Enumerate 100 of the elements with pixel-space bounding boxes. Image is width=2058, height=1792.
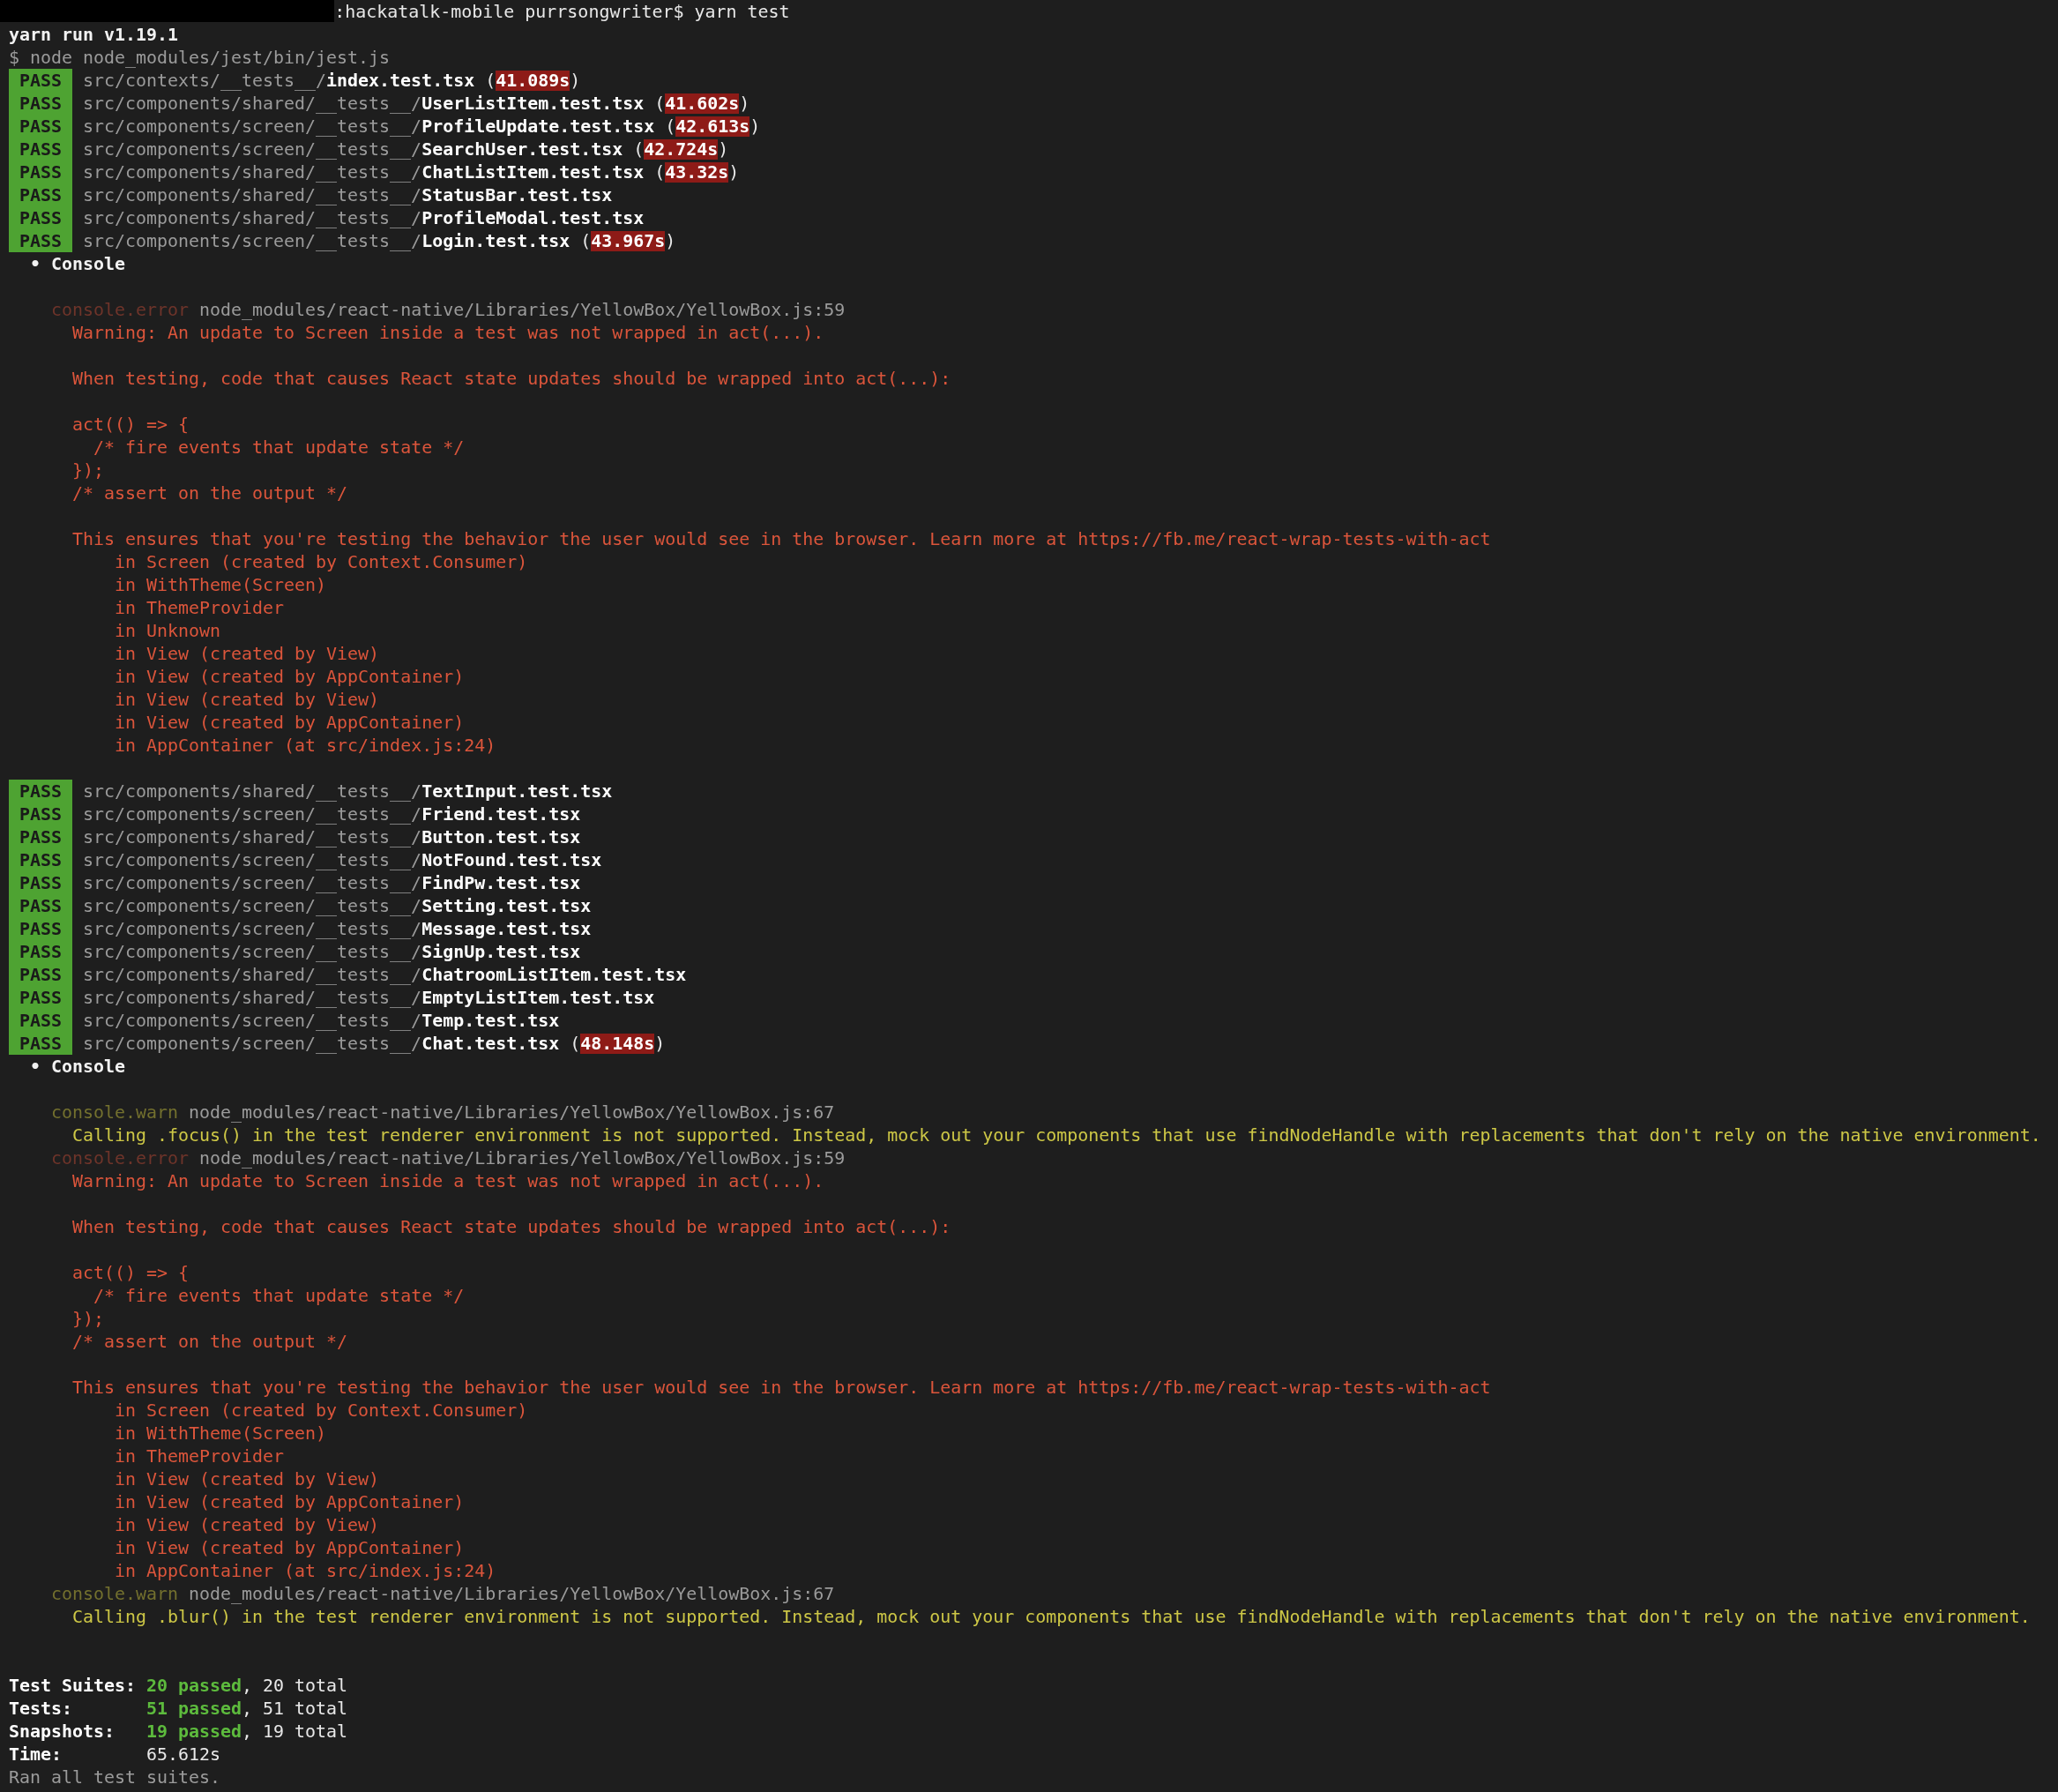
summary-label: Snapshots:	[9, 1721, 116, 1742]
duration-badge: 42.613s	[675, 116, 750, 137]
output-text: (	[484, 70, 496, 91]
pass-badge: PASS	[9, 161, 72, 183]
heading-text: • Console	[29, 1056, 126, 1077]
pass-badge: PASS	[9, 894, 72, 917]
pass-badge: PASS	[9, 206, 72, 229]
output-text: )	[570, 70, 581, 91]
error-message: in WithTheme(Screen)	[114, 574, 327, 595]
output-text: , 19 total	[242, 1721, 348, 1742]
duration-badge: 42.724s	[644, 138, 719, 160]
pass-badge: PASS	[9, 917, 72, 940]
path-text: src/components/shared/__tests__/	[83, 161, 422, 183]
error-message: in WithTheme(Screen)	[114, 1422, 327, 1444]
output-text: , 20 total	[242, 1675, 348, 1696]
error-message: in View (created by AppContainer)	[114, 712, 465, 733]
output-text: )	[749, 116, 761, 137]
output-text: :hackatalk-mobile purrsongwriter$ yarn test	[334, 1, 790, 22]
pass-badge: PASS	[9, 229, 72, 252]
path-text: src/components/screen/__tests__/	[83, 1010, 422, 1031]
error-message: in AppContainer (at src/index.js:24)	[114, 1560, 496, 1581]
path-text: node_modules/react-native/Libraries/YellowBox/YellowBox.js:59	[198, 1147, 846, 1169]
test-file-name: ChatListItem.test.tsx	[421, 161, 645, 183]
error-message: in View (created by AppContainer)	[114, 666, 465, 687]
pass-badge: PASS	[9, 183, 72, 206]
passed-count: 51 passed	[146, 1698, 242, 1719]
path-text: src/components/screen/__tests__/	[83, 230, 422, 251]
test-file-name: NotFound.test.tsx	[421, 849, 602, 870]
output-text: (	[664, 116, 676, 137]
pass-badge: PASS	[9, 1032, 72, 1055]
error-message: in AppContainer (at src/index.js:24)	[114, 735, 496, 756]
output-text: )	[665, 230, 676, 251]
error-message: Warning: An update to Screen inside a test was not wrapped in act(...).	[71, 1170, 824, 1191]
output-text: , 51 total	[242, 1698, 348, 1719]
duration-badge: 43.967s	[591, 230, 666, 251]
error-message: in Screen (created by Context.Consumer)	[114, 1400, 528, 1421]
pass-badge: PASS	[9, 940, 72, 963]
output-text: (	[653, 161, 666, 183]
test-file-name: SearchUser.test.tsx	[421, 138, 623, 160]
test-file-name: ChatroomListItem.test.tsx	[421, 964, 687, 985]
pass-badge: PASS	[9, 963, 72, 986]
error-message: /* assert on the output */	[71, 482, 348, 504]
test-file-name: Login.test.tsx	[421, 230, 570, 251]
test-file-name: UserListItem.test.tsx	[421, 93, 645, 114]
path-text: src/components/shared/__tests__/	[83, 93, 422, 114]
console-warn-label: console.warn	[50, 1583, 179, 1604]
error-message: /* fire events that update state */	[93, 1285, 465, 1306]
pass-badge: PASS	[9, 69, 72, 92]
duration-badge: 43.32s	[665, 161, 729, 183]
path-text: src/components/screen/__tests__/	[83, 803, 422, 825]
console-error-label: console.error	[50, 1147, 190, 1169]
path-text: src/components/shared/__tests__/	[83, 826, 422, 847]
error-message: This ensures that you're testing the behavior the user would see in the browser. Learn more at https://fb.me/react-wrap-tests-with-act	[71, 1377, 1491, 1398]
test-file-name: Temp.test.tsx	[421, 1010, 560, 1031]
summary-label: Time:	[9, 1743, 63, 1765]
test-file-name: ProfileModal.test.tsx	[421, 207, 645, 228]
pass-badge: PASS	[9, 848, 72, 871]
summary-label: Tests:	[9, 1698, 74, 1719]
error-message: });	[71, 459, 105, 481]
error-message: });	[71, 1308, 105, 1329]
output-text: )	[728, 161, 740, 183]
pass-badge: PASS	[9, 92, 72, 115]
path-text: src/components/screen/__tests__/	[83, 918, 422, 939]
output-text: (	[632, 138, 645, 160]
error-message: Warning: An update to Screen inside a test was not wrapped in act(...).	[71, 322, 824, 343]
path-text: node_modules/react-native/Libraries/YellowBox/YellowBox.js:67	[188, 1101, 835, 1123]
pass-badge: PASS	[9, 780, 72, 803]
test-file-name: index.test.tsx	[326, 70, 475, 91]
pass-badge: PASS	[9, 825, 72, 848]
path-text: node_modules/react-native/Libraries/YellowBox/YellowBox.js:67	[188, 1583, 835, 1604]
output-text: )	[718, 138, 729, 160]
error-message: in ThemeProvider	[114, 1445, 285, 1467]
error-message: This ensures that you're testing the behavior the user would see in the browser. Learn more at https://fb.me/react-wrap-tests-with-act	[71, 528, 1491, 549]
warning-message: Calling .focus() in the test renderer environment is not supported. Instead, mock out your components that use findNodeHandle with replacements that don't rely on the native environment.	[71, 1124, 2041, 1146]
path-text: src/components/screen/__tests__/	[83, 1033, 422, 1054]
console-warn-label: console.warn	[50, 1101, 179, 1123]
path-text: $ node node_modules/jest/bin/jest.js	[9, 47, 391, 68]
error-message: in View (created by View)	[114, 1514, 380, 1535]
path-text: node_modules/react-native/Libraries/YellowBox/YellowBox.js:59	[198, 299, 846, 320]
path-text: src/contexts/__tests__/	[83, 70, 327, 91]
error-message: in View (created by AppContainer)	[114, 1537, 465, 1558]
test-file-name: Friend.test.tsx	[421, 803, 581, 825]
path-text: src/components/shared/__tests__/	[83, 987, 422, 1008]
error-message: in ThemeProvider	[114, 597, 285, 618]
error-message: in Screen (created by Context.Consumer)	[114, 551, 528, 572]
pass-badge: PASS	[9, 803, 72, 825]
error-message: act(() => {	[71, 1262, 190, 1283]
test-file-name: Button.test.tsx	[421, 826, 581, 847]
heading-text: • Console	[29, 253, 126, 274]
path-text: src/components/shared/__tests__/	[83, 780, 422, 802]
duration-badge: 48.148s	[580, 1033, 655, 1054]
error-message: in View (created by AppContainer)	[114, 1491, 465, 1512]
path-text: src/components/screen/__tests__/	[83, 872, 422, 893]
output-text: (	[653, 93, 666, 114]
error-message: in View (created by View)	[114, 689, 380, 710]
console-error-label: console.error	[50, 299, 190, 320]
pass-badge: PASS	[9, 115, 72, 138]
test-file-name: Setting.test.tsx	[421, 895, 592, 916]
path-text: src/components/shared/__tests__/	[83, 207, 422, 228]
path-text: src/components/screen/__tests__/	[83, 941, 422, 962]
